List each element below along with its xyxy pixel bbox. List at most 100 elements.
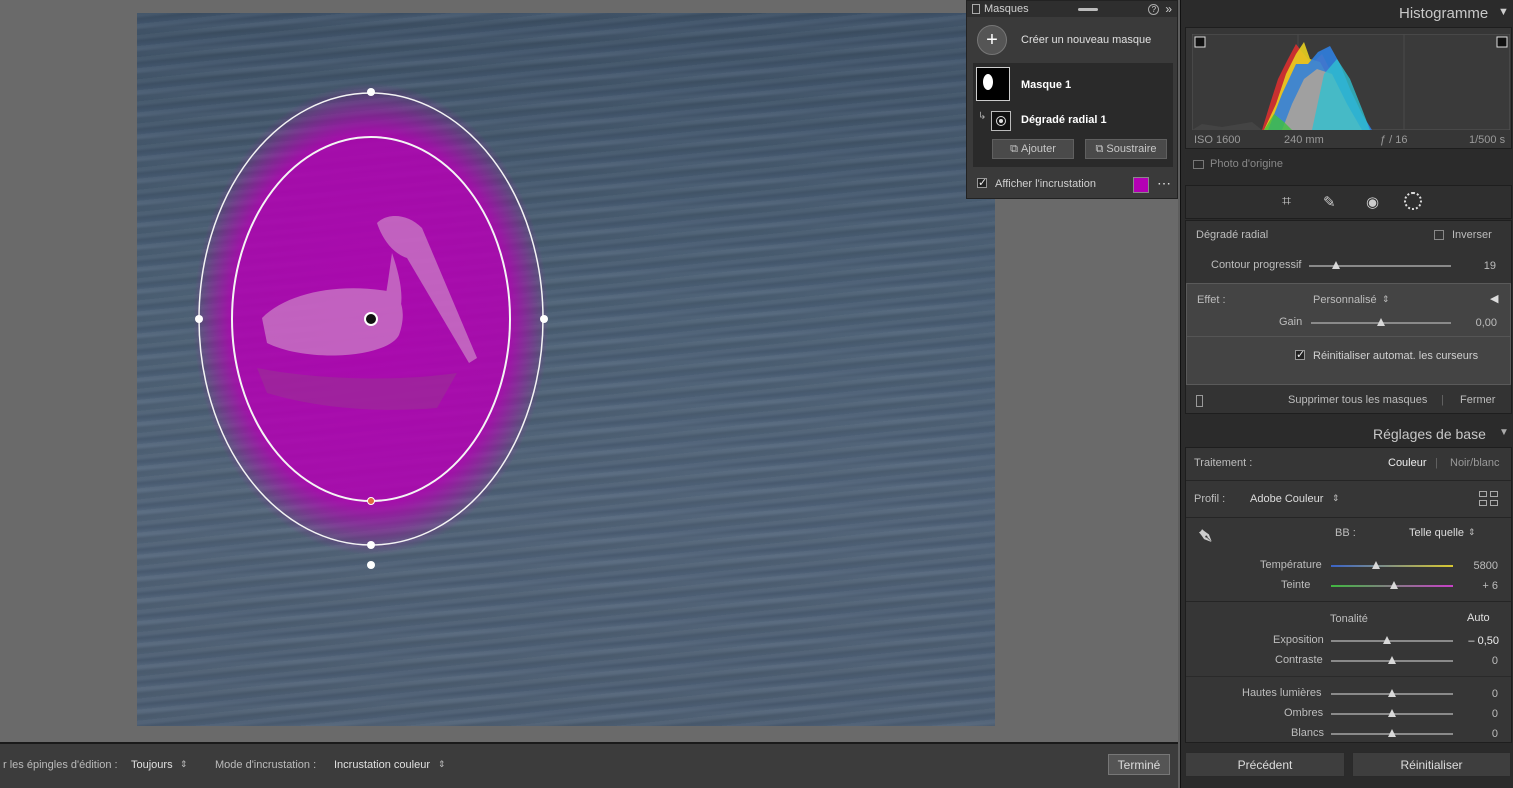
exposure-slider[interactable] — [1331, 640, 1453, 642]
handle-right[interactable] — [540, 315, 548, 323]
mask-overlay[interactable] — [137, 13, 995, 726]
pins-value[interactable]: Toujours — [131, 759, 173, 771]
photo-canvas[interactable] — [137, 13, 995, 726]
mask-thumbnail[interactable] — [976, 67, 1010, 101]
bw-treatment-option[interactable]: Noir/blanc — [1450, 457, 1500, 469]
auto-reset-checkbox[interactable] — [1295, 348, 1305, 363]
pins-dropdown-icon[interactable]: ⇕ — [180, 759, 188, 770]
contrast-value[interactable]: 0 — [1458, 655, 1498, 667]
overlay-mode-dropdown-icon[interactable]: ⇕ — [438, 759, 446, 770]
temperature-value[interactable]: 5800 — [1458, 560, 1498, 572]
previous-button[interactable]: Précédent — [1185, 752, 1345, 777]
effect-dropdown-icon[interactable]: ⇕ — [1382, 294, 1390, 305]
color-treatment-option[interactable]: Couleur — [1388, 457, 1427, 469]
handle-rotate[interactable] — [367, 561, 375, 569]
masks-panel-header[interactable]: Masques ? » — [967, 1, 1177, 17]
wb-value[interactable]: Telle quelle — [1409, 527, 1464, 539]
mask-icon[interactable] — [1404, 192, 1422, 210]
shadow-clipping-icon[interactable] — [1194, 36, 1206, 48]
profile-dropdown-icon[interactable]: ⇕ — [1332, 493, 1340, 504]
gain-slider-knob[interactable] — [1377, 318, 1385, 326]
drag-handle[interactable] — [1078, 7, 1099, 11]
feather-value[interactable]: 19 — [1466, 260, 1496, 272]
expand-icon[interactable]: » — [1165, 2, 1172, 16]
close-button[interactable]: Fermer — [1460, 394, 1495, 406]
profile-value[interactable]: Adobe Couleur — [1250, 493, 1323, 505]
delete-all-masks-button[interactable]: Supprimer tous les masques — [1288, 394, 1427, 406]
exposure-value[interactable]: – 0,50 — [1454, 635, 1499, 647]
show-overlay-label[interactable]: Afficher l'incrustation — [995, 178, 1096, 190]
basic-title[interactable]: Réglages de base — [1373, 426, 1486, 442]
aperture-value: ƒ / 16 — [1380, 134, 1408, 146]
overlay-color-swatch[interactable] — [1133, 177, 1149, 193]
reset-button[interactable]: Réinitialiser — [1352, 752, 1511, 777]
temperature-slider-knob[interactable] — [1372, 561, 1381, 569]
exposure-slider-knob[interactable] — [1383, 636, 1392, 644]
shadows-slider-knob[interactable] — [1388, 709, 1396, 717]
shutter-value: 1/500 s — [1469, 134, 1506, 146]
heal-icon[interactable]: ✎ — [1323, 193, 1336, 211]
handle-bottom[interactable] — [367, 541, 375, 549]
auto-reset-label[interactable]: Réinitialiser automat. les curseurs — [1313, 350, 1478, 362]
feather-slider-knob[interactable] — [1331, 261, 1340, 269]
original-photo-checkbox[interactable] — [1193, 160, 1204, 169]
shadows-label: Ombres — [1284, 707, 1324, 719]
feather-slider[interactable] — [1309, 265, 1451, 267]
overlay-mode-value[interactable]: Incrustation couleur — [334, 759, 430, 771]
highlights-value[interactable]: 0 — [1458, 688, 1498, 700]
component-name[interactable]: Dégradé radial 1 — [1021, 114, 1107, 126]
contrast-slider-knob[interactable] — [1388, 656, 1396, 664]
whites-label: Blancs — [1291, 727, 1325, 739]
temperature-slider[interactable] — [1331, 565, 1453, 567]
highlight-clipping-icon[interactable] — [1496, 36, 1508, 48]
more-options-icon[interactable]: ⋯ — [1157, 175, 1171, 192]
highlights-label: Hautes lumières — [1242, 687, 1322, 699]
tint-value[interactable]: + 6 — [1458, 580, 1498, 592]
shadows-value[interactable]: 0 — [1458, 708, 1498, 720]
mask-name[interactable]: Masque 1 — [1021, 79, 1071, 91]
radial-gradient-icon[interactable] — [991, 111, 1011, 131]
basic-collapse-icon[interactable]: ▼ — [1499, 427, 1509, 438]
histogram-title[interactable]: Histogramme — [1399, 5, 1488, 22]
done-button[interactable]: Terminé — [1108, 754, 1170, 775]
handle-top[interactable] — [367, 88, 375, 96]
eyedropper-icon[interactable]: ✒ — [1190, 521, 1221, 552]
effect-value[interactable]: Personnalisé — [1313, 294, 1377, 306]
tint-slider-knob[interactable] — [1390, 581, 1399, 589]
toggle-mask-icon[interactable] — [1196, 395, 1203, 407]
effect-collapse-icon[interactable]: ◀ — [1490, 292, 1498, 305]
original-photo-label[interactable]: Photo d'origine — [1210, 158, 1283, 170]
histogram-collapse-icon[interactable]: ▼ — [1498, 6, 1509, 18]
treatment-label: Traitement : — [1194, 457, 1253, 469]
wb-dropdown-icon[interactable]: ⇕ — [1468, 527, 1476, 538]
invert-label[interactable]: Inverser — [1452, 229, 1492, 241]
bottom-toolbar: r les épingles d'édition : Toujours ⇕ Mo… — [0, 742, 1178, 788]
mask-type-label: Dégradé radial — [1196, 229, 1269, 241]
handle-left[interactable] — [195, 315, 203, 323]
plus-icon[interactable]: + — [977, 25, 1007, 55]
invert-checkbox[interactable] — [1434, 230, 1444, 240]
mask-settings: Dégradé radial Inverser Contour progress… — [1185, 220, 1512, 414]
iso-value: ISO 1600 — [1194, 134, 1241, 146]
create-mask-row[interactable]: + Créer un nouveau masque — [967, 17, 1177, 63]
crop-icon[interactable]: ⌗ — [1282, 193, 1291, 211]
add-label: Ajouter — [1021, 143, 1056, 155]
grid-icon[interactable] — [1479, 491, 1499, 507]
center-pin[interactable] — [364, 312, 378, 326]
whites-value[interactable]: 0 — [1458, 728, 1498, 740]
histogram-graph[interactable] — [1192, 34, 1510, 130]
show-overlay-checkbox[interactable] — [977, 176, 987, 191]
feather-handle[interactable] — [367, 497, 375, 505]
gain-value[interactable]: 0,00 — [1462, 317, 1497, 329]
subtract-button[interactable]: ⧉ Soustraire — [1085, 139, 1167, 159]
auto-button[interactable]: Auto — [1467, 612, 1490, 624]
effect-label: Effet : — [1197, 294, 1226, 306]
redeye-icon[interactable]: ◉ — [1366, 193, 1379, 211]
highlights-slider-knob[interactable] — [1388, 689, 1396, 697]
create-mask-label[interactable]: Créer un nouveau masque — [1021, 34, 1151, 46]
reset-label: Réinitialiser — [1400, 757, 1463, 772]
panel-dock-icon[interactable] — [972, 4, 980, 14]
help-icon[interactable]: ? — [1148, 3, 1160, 15]
add-button[interactable]: ⧉ Ajouter — [992, 139, 1074, 159]
whites-slider-knob[interactable] — [1388, 729, 1396, 737]
